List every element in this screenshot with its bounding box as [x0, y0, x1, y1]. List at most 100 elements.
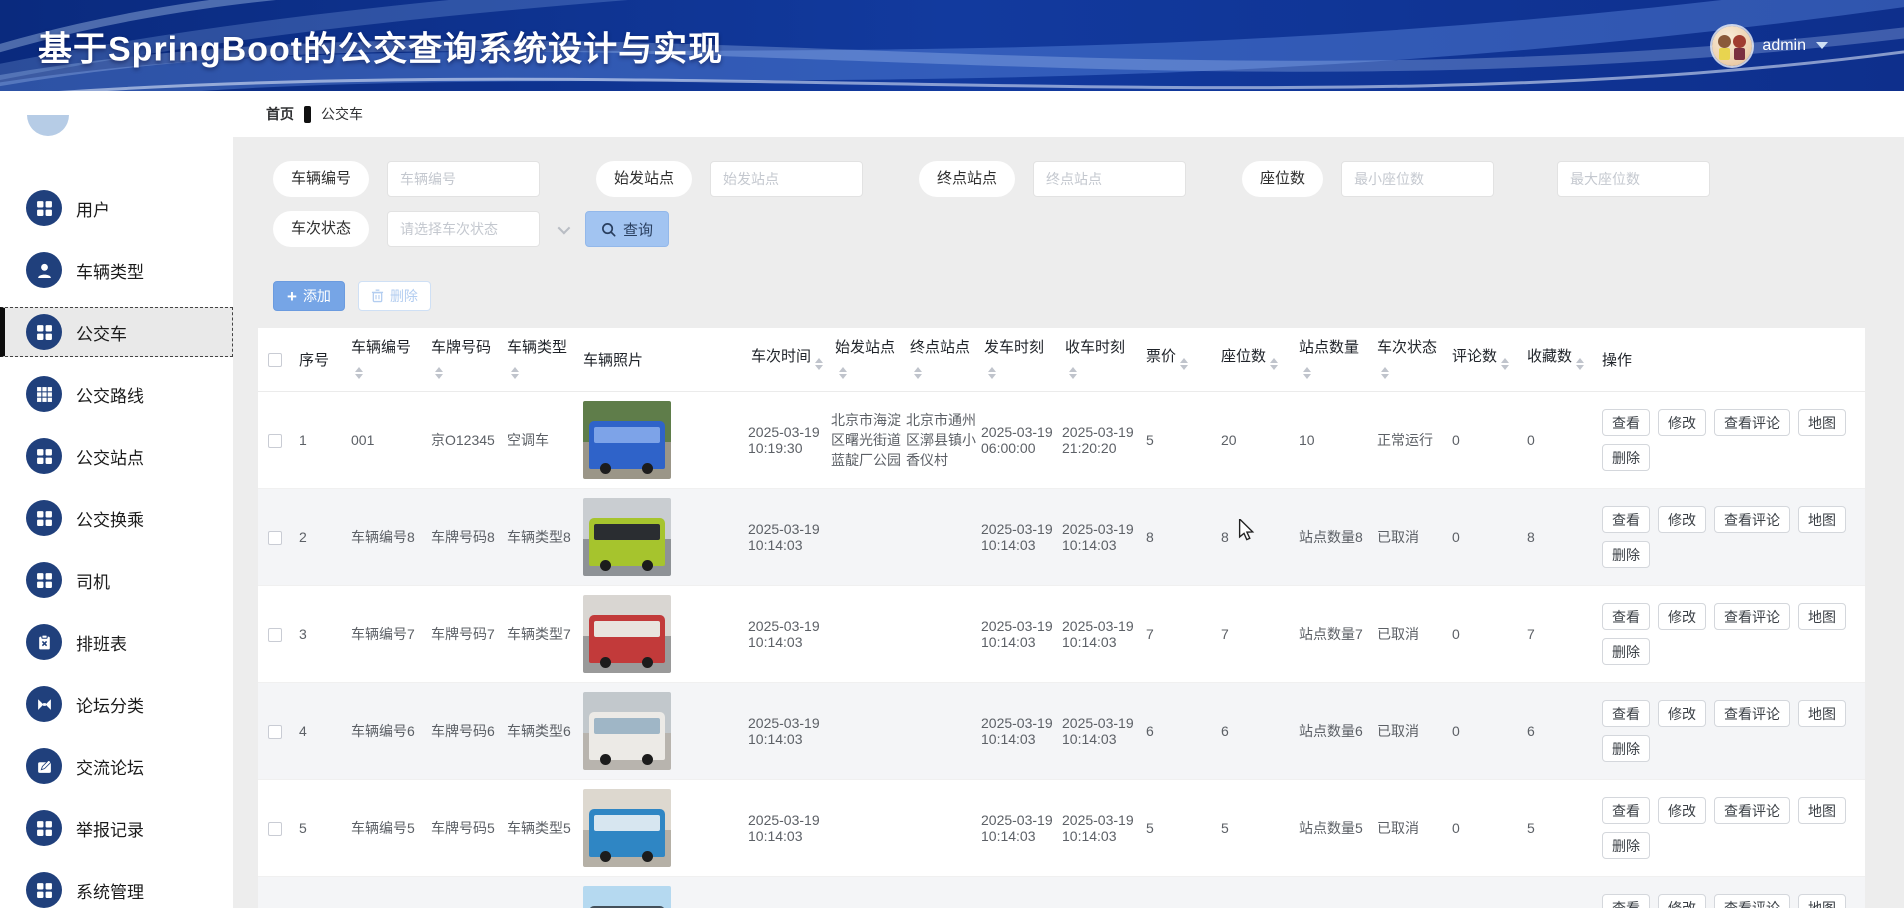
row-checkbox[interactable] — [268, 725, 282, 739]
delete-row-button[interactable]: 删除 — [1602, 541, 1650, 568]
column-header[interactable]: 车辆编号 — [345, 328, 425, 392]
view-button[interactable]: 查看 — [1602, 506, 1650, 533]
sort-carets-icon[interactable] — [1270, 354, 1278, 374]
delete-row-button[interactable]: 删除 — [1602, 444, 1650, 471]
sidebar-item-9[interactable]: 交流论坛 — [0, 741, 233, 791]
vehicle-photo[interactable] — [583, 498, 671, 576]
view-button[interactable]: 查看 — [1602, 603, 1650, 630]
min-seats-input[interactable] — [1341, 161, 1494, 197]
vehicle-no-label: 车辆编号 — [273, 161, 369, 197]
table-header-row: 序号车辆编号车牌号码车辆类型车辆照片车次时间始发站点终点站点发车时刻收车时刻票价… — [258, 328, 1865, 392]
view-comments-button[interactable]: 查看评论 — [1714, 506, 1790, 533]
search-button[interactable]: 查询 — [585, 211, 669, 247]
edit-button[interactable]: 修改 — [1658, 409, 1706, 436]
view-button[interactable]: 查看 — [1602, 700, 1650, 727]
max-seats-input[interactable] — [1557, 161, 1710, 197]
view-comments-button[interactable]: 查看评论 — [1714, 603, 1790, 630]
column-header[interactable]: 车次状态 — [1371, 328, 1446, 392]
edit-button[interactable]: 修改 — [1658, 506, 1706, 533]
delete-row-button[interactable]: 删除 — [1602, 735, 1650, 762]
row-checkbox[interactable] — [268, 628, 282, 642]
view-comments-button[interactable]: 查看评论 — [1714, 409, 1790, 436]
sidebar-item-11[interactable]: 系统管理 — [0, 865, 233, 908]
sidebar-item-8[interactable]: 论坛分类 — [0, 679, 233, 729]
delete-row-button[interactable]: 删除 — [1602, 638, 1650, 665]
sort-carets-icon[interactable] — [1501, 354, 1509, 374]
view-button[interactable]: 查看 — [1602, 409, 1650, 436]
vehicle-photo[interactable] — [583, 886, 671, 908]
row-checkbox[interactable] — [268, 531, 282, 545]
column-header[interactable]: 车次时间 — [745, 328, 829, 392]
column-header[interactable]: 始发站点 — [829, 328, 904, 392]
sort-carets-icon[interactable] — [355, 363, 363, 383]
sidebar-item-4[interactable]: 公交站点 — [0, 431, 233, 481]
edit-button[interactable]: 修改 — [1658, 603, 1706, 630]
sort-carets-icon[interactable] — [988, 363, 996, 383]
sidebar-item-0[interactable]: 用户 — [0, 183, 233, 233]
sidebar-item-10[interactable]: 举报记录 — [0, 803, 233, 853]
vehicle-photo[interactable] — [583, 789, 671, 867]
sort-carets-icon[interactable] — [1069, 363, 1077, 383]
view-button[interactable]: 查看 — [1602, 894, 1650, 908]
row-checkbox[interactable] — [268, 822, 282, 836]
map-button[interactable]: 地图 — [1798, 603, 1846, 630]
sort-carets-icon[interactable] — [511, 363, 519, 383]
view-comments-button[interactable]: 查看评论 — [1714, 894, 1790, 908]
view-button[interactable]: 查看 — [1602, 797, 1650, 824]
view-comments-button[interactable]: 查看评论 — [1714, 700, 1790, 727]
column-header[interactable]: 座位数 — [1215, 328, 1293, 392]
vehicle-photo[interactable] — [583, 401, 671, 479]
map-button[interactable]: 地图 — [1798, 894, 1846, 908]
column-header[interactable]: 站点数量 — [1293, 328, 1371, 392]
delete-button[interactable]: 删除 — [358, 281, 431, 311]
sidebar-item-1[interactable]: 车辆类型 — [0, 245, 233, 295]
trip-status-select[interactable] — [387, 211, 540, 247]
user-menu[interactable]: admin — [1712, 26, 1828, 66]
sort-carets-icon[interactable] — [435, 363, 443, 383]
column-header-label: 车辆编号 — [351, 339, 411, 356]
map-button[interactable]: 地图 — [1798, 797, 1846, 824]
vehicle-photo[interactable] — [583, 595, 671, 673]
column-header[interactable]: 评论数 — [1446, 328, 1521, 392]
column-header[interactable]: 收车时刻 — [1059, 328, 1140, 392]
edit-button[interactable]: 修改 — [1658, 700, 1706, 727]
sort-carets-icon[interactable] — [815, 354, 823, 374]
user-avatar[interactable] — [1712, 26, 1752, 66]
vehicle-no-input[interactable] — [387, 161, 540, 197]
cell-trip-time: 2025-03-19 10:14:03 — [745, 586, 829, 683]
start-station-input[interactable] — [710, 161, 863, 197]
row-checkbox[interactable] — [268, 434, 282, 448]
sidebar-item-7[interactable]: 排班表 — [0, 617, 233, 667]
column-header-label: 站点数量 — [1299, 339, 1359, 356]
column-header[interactable]: 车牌号码 — [425, 328, 501, 392]
map-button[interactable]: 地图 — [1798, 506, 1846, 533]
bus-windows — [594, 718, 661, 734]
edit-button[interactable]: 修改 — [1658, 894, 1706, 908]
column-header[interactable]: 车辆类型 — [501, 328, 577, 392]
column-header[interactable]: 发车时刻 — [978, 328, 1059, 392]
select-all-checkbox[interactable] — [268, 353, 282, 367]
sidebar-item-2[interactable]: 公交车 — [0, 307, 233, 357]
column-header[interactable]: 收藏数 — [1521, 328, 1596, 392]
sort-carets-icon[interactable] — [1381, 363, 1389, 383]
column-header[interactable]: 终点站点 — [904, 328, 978, 392]
map-button[interactable]: 地图 — [1798, 409, 1846, 436]
delete-row-button[interactable]: 删除 — [1602, 832, 1650, 859]
add-button[interactable]: + 添加 — [273, 281, 345, 311]
sort-carets-icon[interactable] — [1180, 354, 1188, 374]
map-button[interactable]: 地图 — [1798, 700, 1846, 727]
cell-favorites: 7 — [1521, 586, 1596, 683]
sidebar-item-3[interactable]: 公交路线 — [0, 369, 233, 419]
sort-carets-icon[interactable] — [914, 363, 922, 383]
sidebar-item-6[interactable]: 司机 — [0, 555, 233, 605]
edit-button[interactable]: 修改 — [1658, 797, 1706, 824]
breadcrumb-home[interactable]: 首页 — [266, 104, 294, 124]
sidebar-item-5[interactable]: 公交换乘 — [0, 493, 233, 543]
view-comments-button[interactable]: 查看评论 — [1714, 797, 1790, 824]
vehicle-photo[interactable] — [583, 692, 671, 770]
sort-carets-icon[interactable] — [839, 363, 847, 383]
sort-carets-icon[interactable] — [1576, 354, 1584, 374]
sort-carets-icon[interactable] — [1303, 363, 1311, 383]
end-station-input[interactable] — [1033, 161, 1186, 197]
column-header[interactable]: 票价 — [1140, 328, 1215, 392]
